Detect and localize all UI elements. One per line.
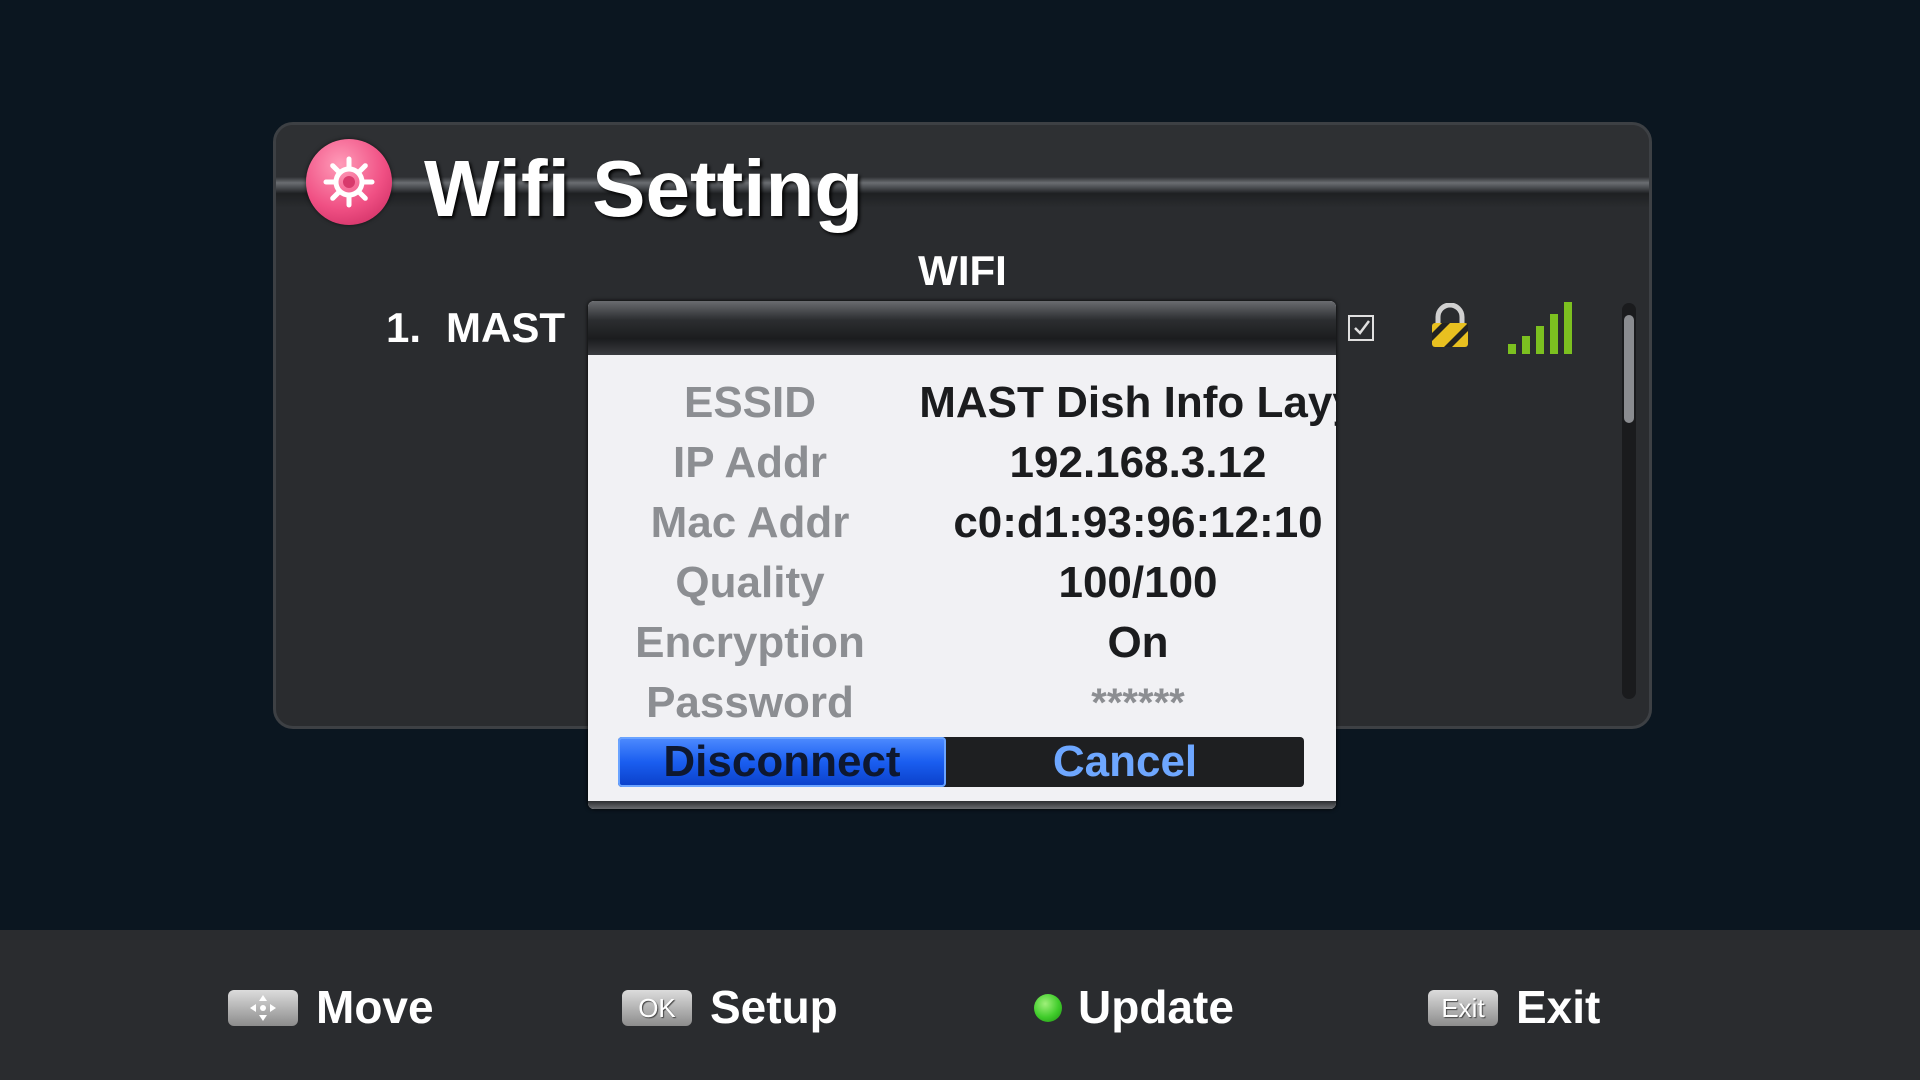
- wifi-list-header: WIFI: [918, 247, 1007, 294]
- password-value: ******: [1091, 681, 1185, 725]
- exit-key-icon: Exit: [1428, 990, 1498, 1026]
- disconnect-button[interactable]: Disconnect: [618, 737, 946, 787]
- mac-addr-row: Mac Addr c0:d1:93:96:12:10: [588, 495, 1336, 551]
- green-button-icon: [1034, 994, 1062, 1022]
- essid-value: MAST Dish Info Layy: [919, 378, 1336, 427]
- lock-icon: [1428, 302, 1472, 354]
- footer-hint-bar: Move OK Setup Update Exit Exit: [0, 930, 1920, 1080]
- quality-row: Quality 100/100: [588, 555, 1336, 611]
- password-row: Password ******: [588, 675, 1336, 731]
- gear-icon: [306, 139, 392, 225]
- cancel-button[interactable]: Cancel: [946, 737, 1304, 787]
- quality-value: 100/100: [1058, 558, 1218, 607]
- encryption-row: Encryption On: [588, 615, 1336, 671]
- ip-addr-row: IP Addr 192.168.3.12: [588, 435, 1336, 491]
- network-name: MAST: [446, 304, 565, 351]
- dialog-footer-bar: [588, 801, 1336, 809]
- encryption-value: On: [1107, 618, 1169, 667]
- page-title: Wifi Setting: [424, 144, 864, 233]
- list-scrollbar[interactable]: [1622, 303, 1636, 699]
- dpad-icon: [228, 990, 298, 1026]
- scroll-thumb[interactable]: [1624, 315, 1634, 423]
- hint-exit-label: Exit: [1516, 981, 1601, 1033]
- hint-setup-label: Setup: [710, 981, 838, 1033]
- dialog-header-bar: [588, 301, 1336, 355]
- row-number: 1.: [386, 304, 422, 351]
- hint-update-label: Update: [1078, 981, 1234, 1033]
- connection-info-dialog: ESSID MAST Dish Info Layy IP Addr 192.16…: [588, 301, 1336, 809]
- checkbox-checked-icon[interactable]: [1348, 315, 1374, 341]
- mac-addr-value: c0:d1:93:96:12:10: [953, 498, 1323, 547]
- essid-row: ESSID MAST Dish Info Layy: [588, 375, 1336, 431]
- dialog-button-group: Disconnect Cancel: [618, 737, 1304, 787]
- hint-move-label: Move: [316, 981, 434, 1033]
- signal-strength-icon: [1506, 300, 1582, 361]
- ip-addr-value: 192.168.3.12: [1009, 438, 1267, 487]
- ok-key-icon: OK: [622, 990, 692, 1026]
